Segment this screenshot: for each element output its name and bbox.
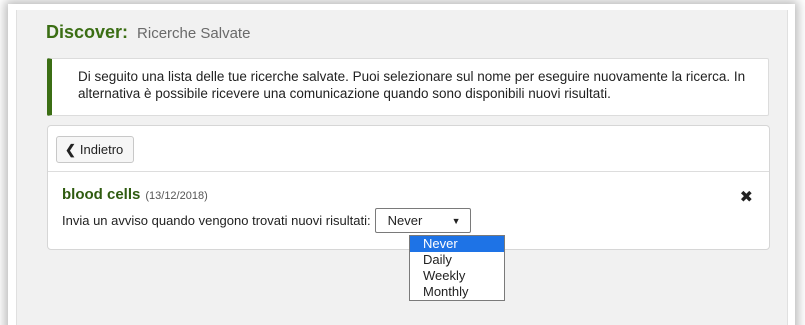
frequency-dropdown-list: Never Daily Weekly Monthly <box>409 235 505 301</box>
frequency-option-never[interactable]: Never <box>410 236 504 252</box>
saved-search-date: (13/12/2018) <box>145 190 208 202</box>
saved-search-item: blood cells (13/12/2018) <box>62 186 208 203</box>
frequency-select[interactable]: Never ▼ <box>374 208 471 233</box>
back-button[interactable]: ❮ Indietro <box>56 136 135 163</box>
card-header: ❮ Indietro <box>48 126 769 172</box>
chevron-left-icon: ❮ <box>65 142 76 157</box>
page-title-main: Discover: <box>46 22 129 42</box>
frequency-option-daily[interactable]: Daily <box>410 252 504 268</box>
info-text: Di seguito una lista delle tue ricerche … <box>78 69 746 101</box>
caret-down-icon: ▼ <box>451 215 461 226</box>
alert-setting: Invia un avviso quando vengono trovati n… <box>62 208 471 233</box>
saved-searches-card: ❮ Indietro blood cells (13/12/2018) ✖ In… <box>47 125 770 250</box>
saved-search-name-link[interactable]: blood cells <box>62 186 140 203</box>
alert-label: Invia un avviso quando vengono trovati n… <box>62 213 371 228</box>
frequency-option-weekly[interactable]: Weekly <box>410 268 504 284</box>
frequency-option-monthly[interactable]: Monthly <box>410 284 504 300</box>
page-title-sub: Ricerche Salvate <box>137 25 251 42</box>
frequency-select-value: Never <box>387 213 423 228</box>
back-button-label: Indietro <box>79 142 124 157</box>
info-callout: Di seguito una lista delle tue ricerche … <box>47 58 769 116</box>
page-title: Discover: Ricerche Salvate <box>46 22 250 43</box>
close-icon[interactable]: ✖ <box>740 190 753 206</box>
